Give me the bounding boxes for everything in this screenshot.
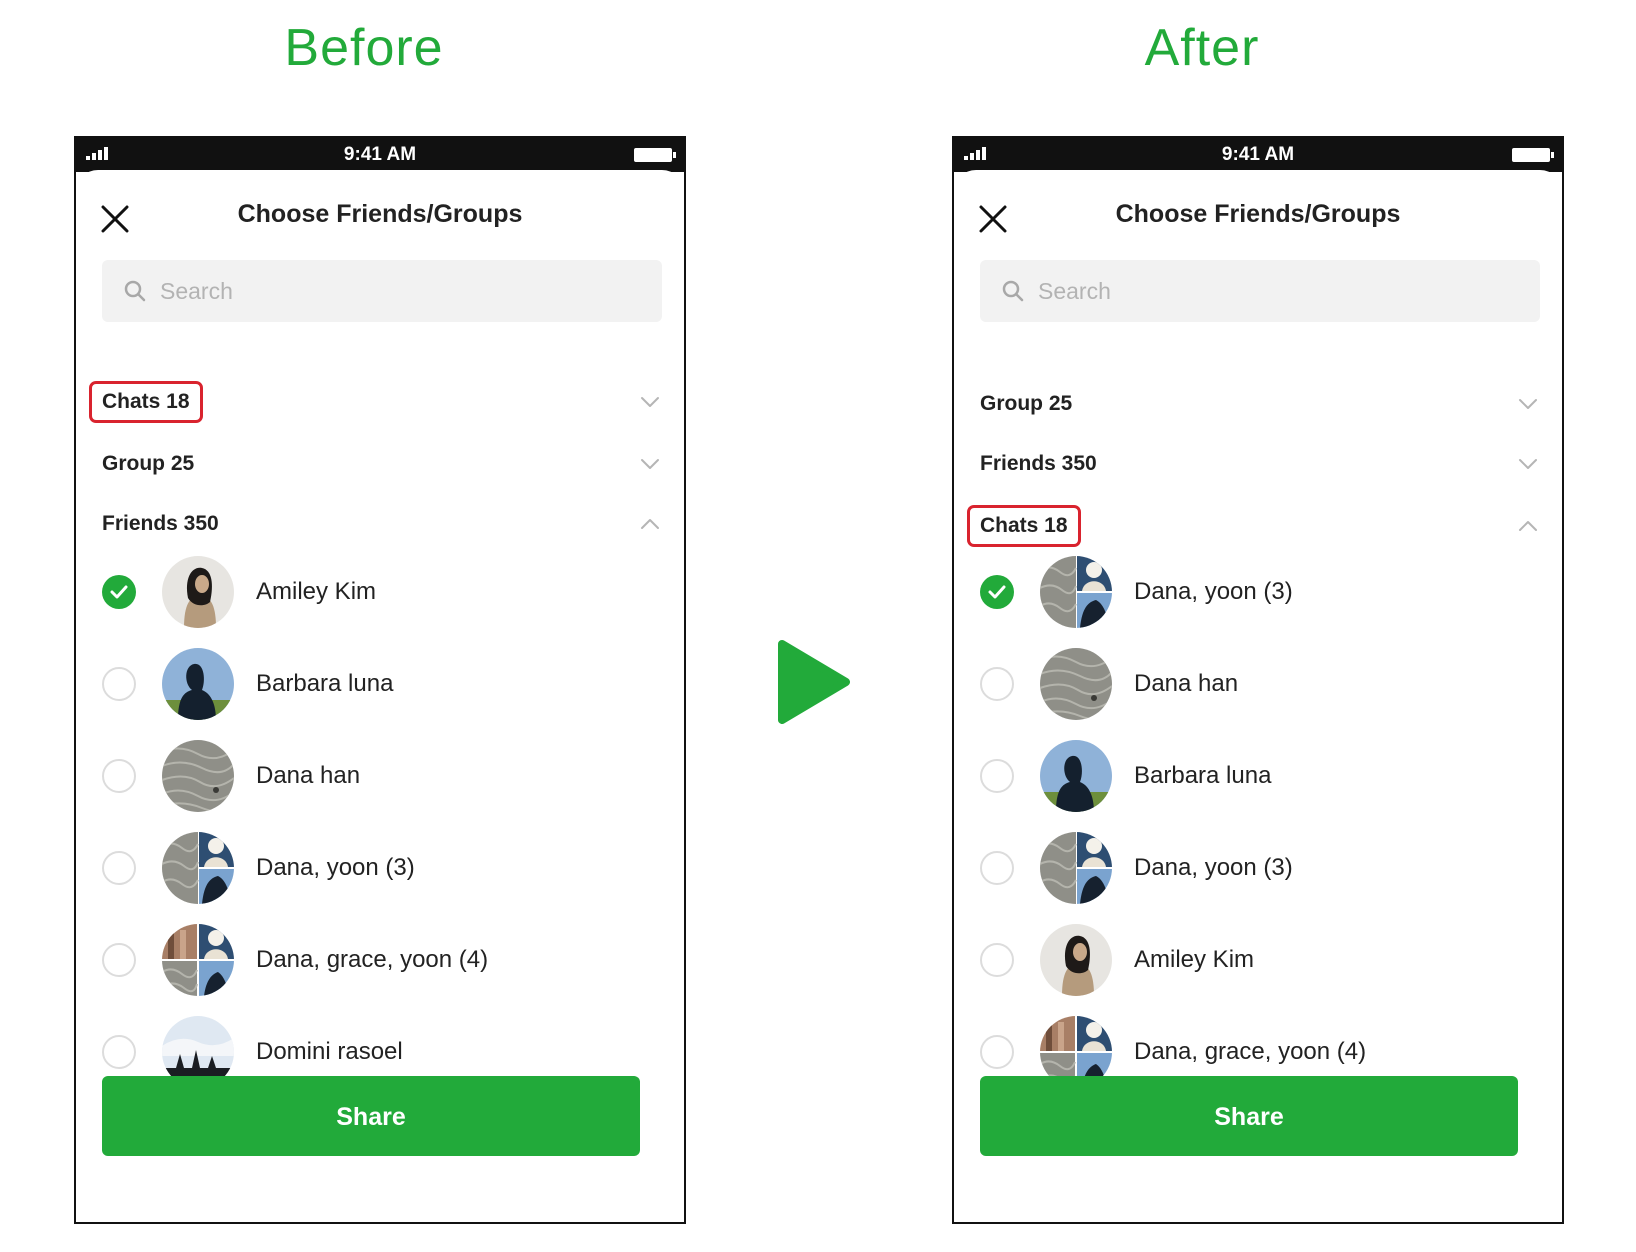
radio-button[interactable] xyxy=(102,851,136,885)
contact-name: Dana, yoon (3) xyxy=(256,854,415,881)
avatar xyxy=(1040,832,1112,904)
contact-name: Barbara luna xyxy=(1134,762,1272,789)
avatar xyxy=(162,832,234,904)
radio-button[interactable] xyxy=(980,667,1014,701)
list-item[interactable]: Barbara luna xyxy=(980,736,1540,816)
list-item[interactable]: Amiley Kim xyxy=(102,552,662,632)
chevron-down-icon[interactable] xyxy=(1518,398,1538,410)
avatar xyxy=(162,556,234,628)
search-input[interactable] xyxy=(1036,276,1460,306)
contact-name: Dana, grace, yoon (4) xyxy=(256,946,489,973)
contact-name: Dana, grace, yoon (4) xyxy=(1134,1038,1367,1065)
radio-button[interactable] xyxy=(102,1035,136,1069)
search-input[interactable] xyxy=(158,276,582,306)
search-icon xyxy=(124,280,146,302)
avatar xyxy=(1040,648,1112,720)
section-header[interactable]: Group 25 xyxy=(102,444,662,484)
search-bar[interactable] xyxy=(980,260,1540,322)
play-arrow-icon xyxy=(778,640,850,724)
list-item[interactable]: Dana, yoon (3) xyxy=(102,828,662,908)
contact-name: Dana, yoon (3) xyxy=(1134,578,1293,605)
after-heading: After xyxy=(1144,19,1260,77)
list-item[interactable]: Dana han xyxy=(980,644,1540,724)
contact-name: Dana han xyxy=(1134,670,1239,697)
section-header[interactable]: Chats 18 xyxy=(89,381,662,423)
contact-name: Dana han xyxy=(256,762,361,789)
section-header[interactable]: Friends 350 xyxy=(102,504,662,544)
section-header[interactable]: Friends 350 xyxy=(980,444,1540,484)
status-time: 9:41 AM xyxy=(1221,144,1295,165)
radio-button[interactable] xyxy=(102,943,136,977)
chevron-up-icon[interactable] xyxy=(640,518,660,530)
avatar xyxy=(162,740,234,812)
list-item[interactable]: Amiley Kim xyxy=(980,920,1540,1000)
before-phone-screen: 9:41 AM Choose Friends/Groups Chats 18 G… xyxy=(74,136,686,1224)
checkmark-icon[interactable] xyxy=(980,575,1014,609)
search-icon xyxy=(1002,280,1024,302)
page-title: Choose Friends/Groups xyxy=(1115,200,1401,228)
chevron-up-icon[interactable] xyxy=(1518,520,1538,532)
share-sheet: Choose Friends/Groups Chats 18 Group 25 … xyxy=(76,170,684,1222)
contact-name: Domini rasoel xyxy=(256,1038,403,1065)
battery-icon xyxy=(634,148,676,162)
radio-button[interactable] xyxy=(980,1035,1014,1069)
avatar xyxy=(1040,924,1112,996)
list-item[interactable]: Dana, grace, yoon (4) xyxy=(102,920,662,1000)
checkmark-icon[interactable] xyxy=(102,575,136,609)
contact-name: Amiley Kim xyxy=(256,578,377,605)
section-header[interactable]: Chats 18 xyxy=(967,505,1540,547)
share-button[interactable]: Share xyxy=(102,1076,640,1156)
section-label: Friends 350 xyxy=(980,452,1097,475)
list-item[interactable]: Dana, yoon (3) xyxy=(980,828,1540,908)
avatar xyxy=(162,648,234,720)
radio-button[interactable] xyxy=(102,759,136,793)
contact-name: Barbara luna xyxy=(256,670,394,697)
share-sheet: Choose Friends/Groups Group 25 Friends 3… xyxy=(954,170,1562,1222)
list-item[interactable]: Barbara luna xyxy=(102,644,662,724)
section-header[interactable]: Group 25 xyxy=(980,384,1540,424)
radio-button[interactable] xyxy=(980,759,1014,793)
status-bar: 9:41 AM xyxy=(954,138,1562,172)
section-label: Chats 18 xyxy=(967,505,1081,547)
list-item[interactable]: Dana han xyxy=(102,736,662,816)
chevron-down-icon[interactable] xyxy=(1518,458,1538,470)
contact-name: Dana, yoon (3) xyxy=(1134,854,1293,881)
section-label: Chats 18 xyxy=(89,381,203,423)
battery-icon xyxy=(1512,148,1554,162)
avatar xyxy=(1040,556,1112,628)
contact-name: Amiley Kim xyxy=(1134,946,1255,973)
before-heading: Before xyxy=(284,19,444,77)
chevron-down-icon[interactable] xyxy=(640,396,660,408)
after-phone-screen: 9:41 AM Choose Friends/Groups Group 25 F… xyxy=(952,136,1564,1224)
chevron-down-icon[interactable] xyxy=(640,458,660,470)
avatar xyxy=(162,924,234,996)
search-bar[interactable] xyxy=(102,260,662,322)
share-button[interactable]: Share xyxy=(980,1076,1518,1156)
section-label: Group 25 xyxy=(980,392,1073,415)
status-time: 9:41 AM xyxy=(343,144,417,165)
radio-button[interactable] xyxy=(980,851,1014,885)
section-label: Friends 350 xyxy=(102,512,219,535)
section-label: Group 25 xyxy=(102,452,195,475)
radio-button[interactable] xyxy=(980,943,1014,977)
page-title: Choose Friends/Groups xyxy=(237,200,523,228)
status-bar: 9:41 AM xyxy=(76,138,684,172)
avatar xyxy=(1040,740,1112,812)
list-item[interactable]: Dana, yoon (3) xyxy=(980,552,1540,632)
radio-button[interactable] xyxy=(102,667,136,701)
